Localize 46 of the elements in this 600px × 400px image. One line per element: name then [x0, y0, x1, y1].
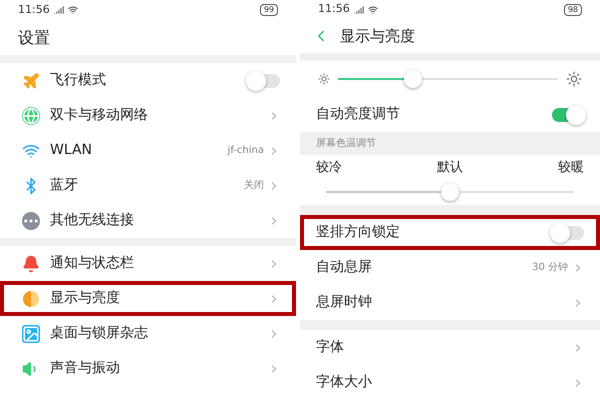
page-title: 设置	[18, 26, 50, 48]
wifi-icon	[68, 5, 78, 15]
battery-icon: 99	[260, 4, 278, 16]
row-label: 自动息屏	[316, 258, 373, 277]
toggle-switch[interactable]	[552, 108, 584, 122]
half-circle-icon	[22, 290, 40, 308]
battery-icon: 98	[564, 4, 582, 16]
status-time: 11:56	[318, 1, 350, 18]
toggle-switch[interactable]	[552, 226, 584, 240]
row-value: jf-china	[228, 144, 264, 158]
row-label: 自动亮度调节	[316, 105, 401, 124]
row-label: 桌面与锁屏杂志	[50, 324, 149, 343]
page-title: 显示与亮度	[340, 26, 415, 48]
dim-sun-icon	[318, 73, 330, 86]
row-label: 飞行模式	[50, 71, 107, 90]
settings-row[interactable]: 显示与亮度	[0, 281, 296, 316]
row-label: 通知与状态栏	[50, 254, 135, 273]
more-icon	[22, 212, 40, 230]
status-time: 11:56	[18, 2, 50, 18]
row-value: 关闭	[244, 178, 264, 193]
row-label: 息屏时钟	[316, 293, 373, 312]
picture-icon	[22, 324, 40, 342]
row-label: 显示与亮度	[50, 289, 121, 308]
section-header: 屏幕色温调节	[316, 136, 376, 151]
row-label: 双卡与移动网络	[50, 106, 149, 125]
row-label: 字体	[316, 338, 345, 357]
bright-sun-icon	[566, 71, 582, 88]
wifi-icon	[368, 4, 378, 15]
temperature-slider[interactable]	[326, 182, 574, 202]
row-value: 30 分钟	[532, 260, 568, 275]
temperature-label: 较暖	[558, 159, 584, 178]
row-label: 蓝牙	[50, 176, 79, 195]
airplane-icon	[22, 72, 40, 90]
brightness-slider[interactable]	[338, 69, 558, 90]
row-label: 字体大小	[316, 373, 373, 392]
globe-icon	[22, 106, 40, 124]
row-label: 其他无线连接	[50, 211, 135, 230]
temperature-label: 较冷	[316, 159, 342, 178]
row-label: 声音与振动	[50, 359, 121, 378]
settings-row[interactable]: 竖排方向锁定	[300, 215, 600, 250]
bell-icon	[22, 254, 40, 272]
row-label: WLAN	[50, 141, 94, 160]
signal-icon	[354, 4, 364, 15]
signal-icon	[54, 5, 64, 15]
temperature-label: 默认	[437, 159, 463, 178]
row-label: 竖排方向锁定	[316, 223, 401, 242]
